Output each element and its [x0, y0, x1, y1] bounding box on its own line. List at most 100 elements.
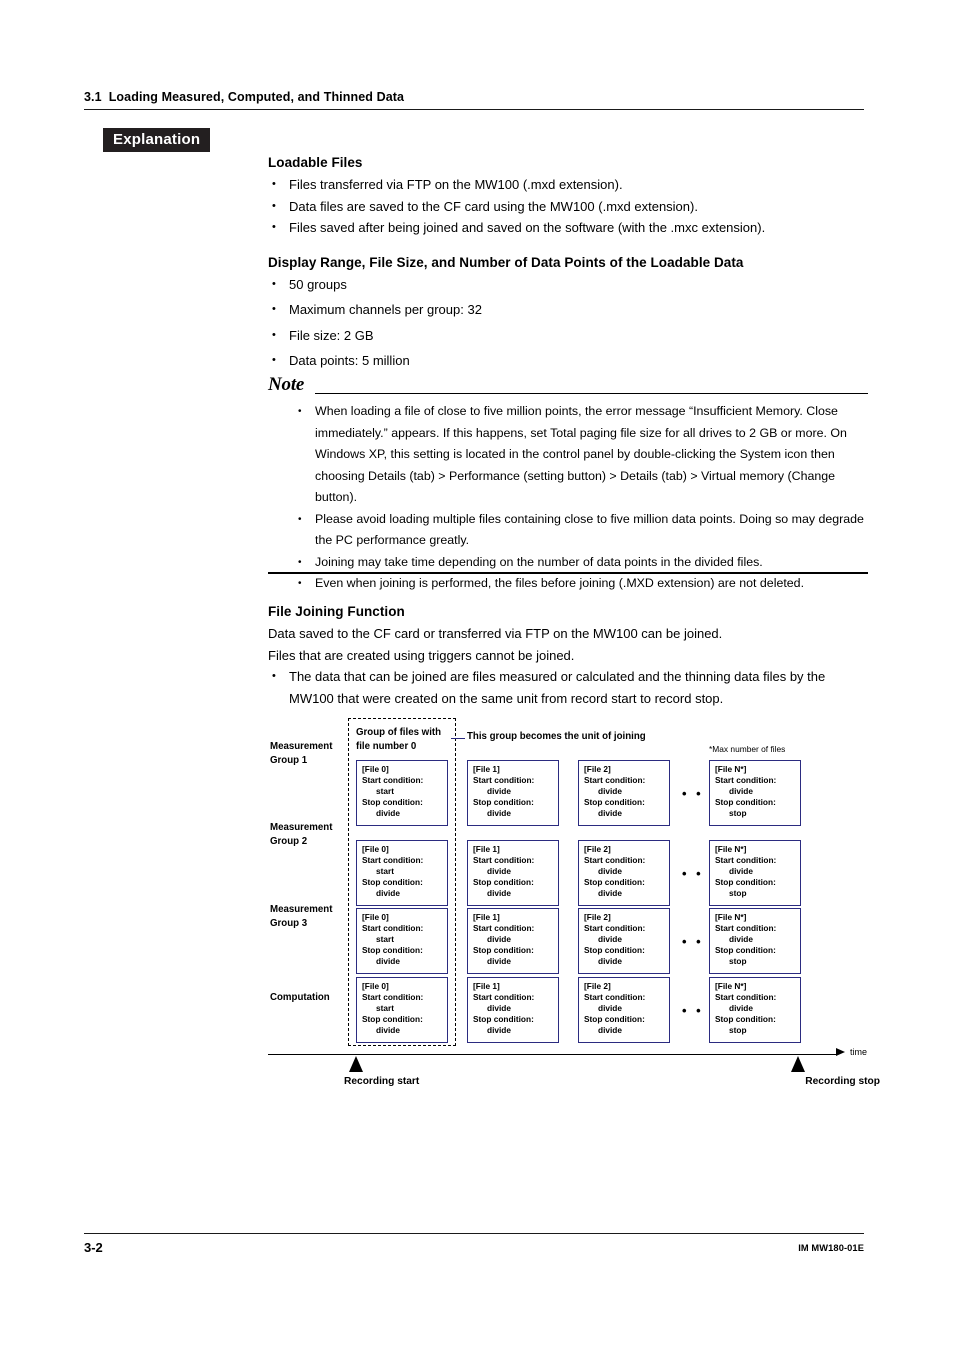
- file-box-stop-label: Stop condition:: [715, 945, 776, 955]
- note-bottom-rule: [268, 572, 868, 574]
- list-item: When loading a file of close to five mil…: [295, 401, 868, 509]
- file-box-stop-label: Stop condition:: [362, 945, 423, 955]
- file-box: [File 1] Start condition: divide Stop co…: [467, 840, 559, 906]
- list-item: Even when joining is performed, the file…: [295, 573, 868, 595]
- file-box-start-value: divide: [729, 786, 753, 796]
- file-box-stop-value: divide: [376, 956, 400, 966]
- file-box-title: [File N*]: [715, 764, 747, 774]
- heading-file-joining: File Joining Function: [268, 604, 405, 619]
- file-box: [File 2] Start condition: divide Stop co…: [578, 840, 670, 906]
- file-box: [File N*] Start condition: divide Stop c…: [709, 908, 801, 974]
- file-box-title: [File 0]: [362, 764, 389, 774]
- file-box-stop-value: stop: [729, 956, 747, 966]
- list-item: Files saved after being joined and saved…: [268, 217, 868, 239]
- row-label-measurement-group-1: Measurement Group 1: [270, 741, 333, 766]
- file-box-stop-value: divide: [487, 888, 511, 898]
- file-box-stop-label: Stop condition:: [715, 797, 776, 807]
- file-box-start-value: divide: [598, 786, 622, 796]
- list-display-range: 50 groups Maximum channels per group: 32…: [268, 274, 868, 372]
- footer-rule: [84, 1233, 864, 1234]
- file-box-title: [File 1]: [473, 844, 500, 854]
- file-box-start-label: Start condition:: [473, 775, 535, 785]
- recording-stop-label: Recording stop: [805, 1076, 880, 1087]
- list-item: Joining may take time depending on the n…: [295, 552, 868, 574]
- file-box: [File 1] Start condition: divide Stop co…: [467, 760, 559, 826]
- file-box-start-label: Start condition:: [584, 992, 646, 1002]
- file-box-start-label: Start condition:: [362, 775, 424, 785]
- timeline-arrow-icon: [836, 1048, 845, 1056]
- file-box-start-value: divide: [487, 866, 511, 876]
- file-box-start-value: divide: [487, 786, 511, 796]
- file-box: [File 1] Start condition: divide Stop co…: [467, 908, 559, 974]
- list-item: Maximum channels per group: 32: [268, 299, 868, 321]
- list-item: Please avoid loading multiple files cont…: [295, 509, 868, 552]
- file-joining-diagram: Group of files with file number 0 This g…: [268, 716, 880, 1106]
- explanation-tag: Explanation: [103, 128, 211, 152]
- list-note: When loading a file of close to five mil…: [295, 401, 868, 595]
- recording-start-marker-icon: [349, 1056, 363, 1072]
- file-box-start-value: divide: [487, 1003, 511, 1013]
- file-box-start-label: Start condition:: [362, 923, 424, 933]
- main-content: Loadable Files Files transferred via FTP…: [268, 155, 868, 376]
- file-box-start-value: start: [376, 1003, 394, 1013]
- file-box: [File 0] Start condition: start Stop con…: [356, 908, 448, 974]
- file-box-stop-value: divide: [487, 956, 511, 966]
- file-box-start-value: divide: [729, 934, 753, 944]
- file-box-start-value: divide: [729, 866, 753, 876]
- file-box-start-label: Start condition:: [715, 775, 777, 785]
- list-loadable-files: Files transferred via FTP on the MW100 (…: [268, 174, 868, 239]
- file-box: [File 0] Start condition: start Stop con…: [356, 840, 448, 906]
- timeline-axis: [268, 1054, 838, 1055]
- file-box-start-value: divide: [598, 1003, 622, 1013]
- file-box-start-value: divide: [729, 1003, 753, 1013]
- unit-of-joining-label: This group becomes the unit of joining: [467, 731, 646, 742]
- file-box-start-label: Start condition:: [584, 775, 646, 785]
- file-box: [File 2] Start condition: divide Stop co…: [578, 908, 670, 974]
- file-box-start-label: Start condition:: [473, 923, 535, 933]
- file-box: [File 2] Start condition: divide Stop co…: [578, 977, 670, 1043]
- max-number-of-files-note: *Max number of files: [709, 744, 786, 754]
- file-box-stop-value: divide: [598, 888, 622, 898]
- list-item: The data that can be joined are files me…: [268, 666, 868, 709]
- list-item: Data points: 5 million: [268, 350, 868, 372]
- list-item: Data files are saved to the CF card usin…: [268, 196, 868, 218]
- file-box-title: [File 1]: [473, 981, 500, 991]
- file-box-title: [File 0]: [362, 912, 389, 922]
- file-box-stop-value: divide: [598, 956, 622, 966]
- list-file-joining: The data that can be joined are files me…: [268, 666, 868, 709]
- callout-connector-line: [451, 738, 465, 739]
- running-head-number: 3.1: [84, 90, 102, 104]
- file-box: [File 0] Start condition: start Stop con…: [356, 977, 448, 1043]
- timeline-axis-label: time: [850, 1047, 868, 1057]
- running-head-rule: [84, 109, 864, 110]
- file-box-stop-label: Stop condition:: [362, 877, 423, 887]
- page-number: 3-2: [84, 1240, 103, 1255]
- file-box-title: [File 2]: [584, 912, 611, 922]
- file-box-title: [File 0]: [362, 844, 389, 854]
- heading-display-range: Display Range, File Size, and Number of …: [268, 254, 744, 270]
- file-box-stop-label: Stop condition:: [584, 1014, 645, 1024]
- file-box-stop-value: divide: [376, 1025, 400, 1035]
- file-box-start-label: Start condition:: [473, 855, 535, 865]
- paragraph: Files that are created using triggers ca…: [268, 647, 575, 663]
- file-box-stop-label: Stop condition:: [715, 1014, 776, 1024]
- file-box-stop-value: divide: [487, 808, 511, 818]
- note-heading-label: Note: [268, 374, 305, 395]
- note-heading-rule: [315, 393, 868, 394]
- group-of-files-label: Group of files with file number 0: [356, 727, 442, 752]
- file-box-stop-value: stop: [729, 808, 747, 818]
- file-box-start-label: Start condition:: [473, 992, 535, 1002]
- file-box-stop-value: divide: [376, 888, 400, 898]
- paragraph: Data saved to the CF card or transferred…: [268, 626, 723, 641]
- file-box-title: [File N*]: [715, 981, 747, 991]
- file-box-stop-label: Stop condition:: [473, 945, 534, 955]
- file-box-start-label: Start condition:: [715, 992, 777, 1002]
- file-box-stop-label: Stop condition:: [473, 1014, 534, 1024]
- recording-stop-marker-icon: [791, 1056, 805, 1072]
- file-box-stop-value: stop: [729, 1025, 747, 1035]
- file-box: [File 1] Start condition: divide Stop co…: [467, 977, 559, 1043]
- file-box: [File 2] Start condition: divide Stop co…: [578, 760, 670, 826]
- running-head: 3.1 Loading Measured, Computed, and Thinn…: [84, 90, 864, 104]
- file-box-start-label: Start condition:: [584, 855, 646, 865]
- file-box-stop-label: Stop condition:: [473, 797, 534, 807]
